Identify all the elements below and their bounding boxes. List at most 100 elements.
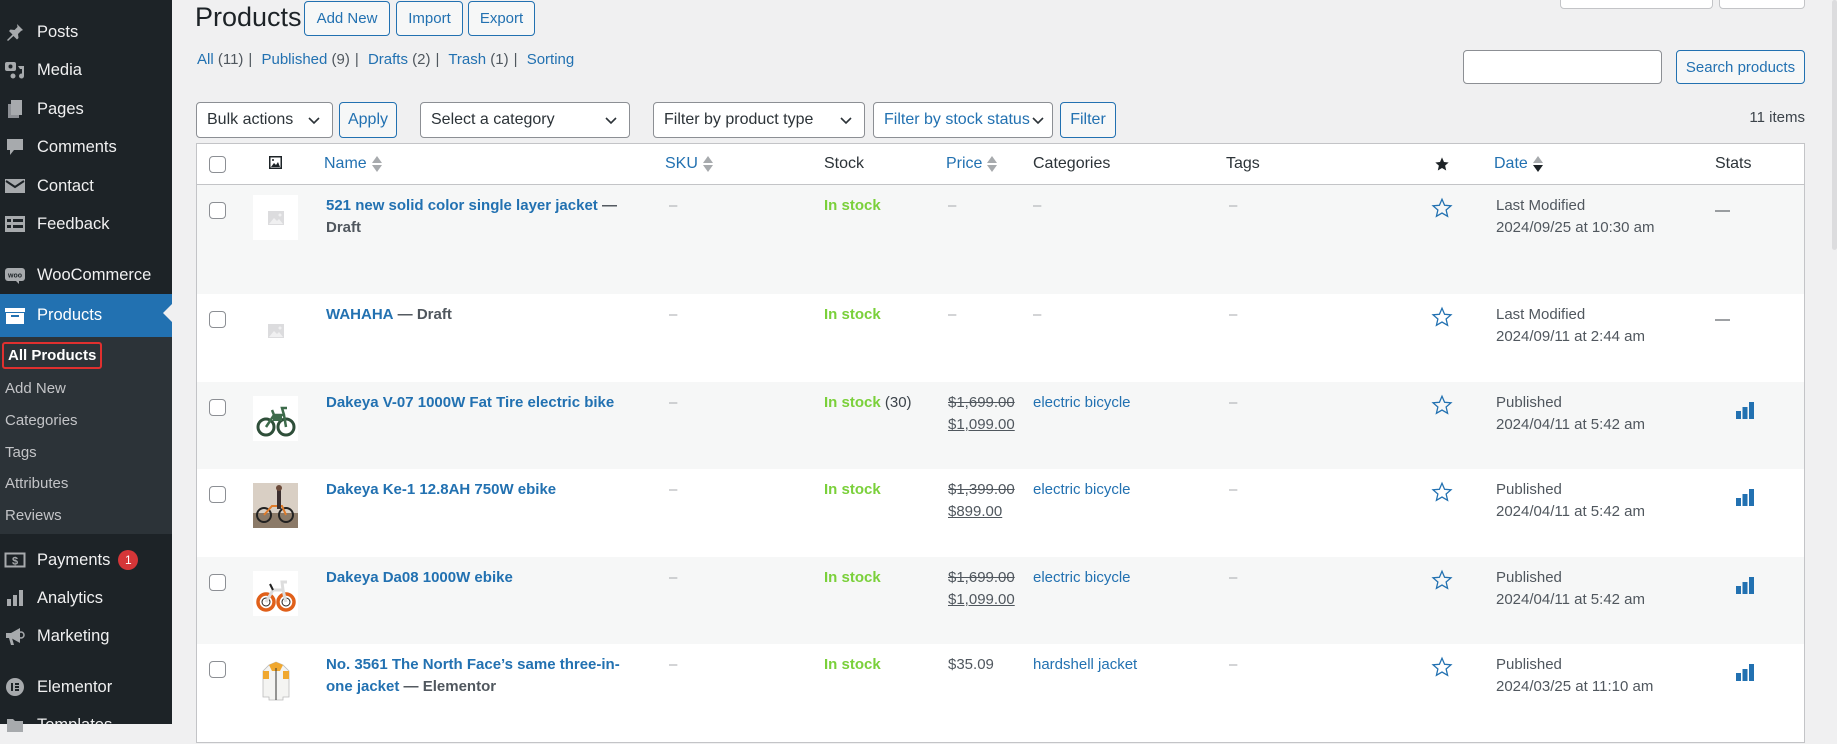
category-link[interactable]: electric bicycle	[1033, 481, 1131, 498]
featured-star-icon[interactable]	[1431, 197, 1453, 219]
product-thumbnail[interactable]	[253, 658, 298, 703]
stats-bar-chart-icon[interactable]	[1735, 401, 1755, 421]
price-cell: $35.09	[948, 654, 994, 676]
tags-value: –	[1229, 306, 1238, 323]
import-button[interactable]: Import	[396, 1, 463, 36]
view-published[interactable]: Published (9)	[261, 51, 349, 68]
category-link[interactable]: electric bicycle	[1033, 569, 1131, 586]
stats-bar-chart-icon[interactable]	[1735, 663, 1755, 683]
stats-bar-chart-icon[interactable]	[1735, 488, 1755, 508]
product-thumbnail[interactable]	[253, 195, 298, 240]
date-cell: Last Modified 2024/09/25 at 10:30 am	[1496, 195, 1654, 239]
featured-column-star-icon[interactable]	[1434, 156, 1450, 172]
price-cell: –	[948, 304, 956, 326]
product-name-link[interactable]: Dakeya Ke-1 12.8AH 750W ebike	[326, 481, 556, 498]
menu-elementor[interactable]: Elementor	[0, 668, 172, 706]
product-name-link[interactable]: Dakeya Da08 1000W ebike	[326, 569, 513, 586]
product-type-select[interactable]: Filter by product type	[653, 102, 865, 138]
view-all[interactable]: All (11)	[197, 51, 243, 68]
screen-options-tab[interactable]	[1560, 0, 1713, 9]
submenu-categories[interactable]: Categories	[5, 412, 78, 429]
row-checkbox[interactable]	[209, 661, 226, 678]
menu-posts[interactable]: Posts	[0, 13, 172, 51]
view-trash[interactable]: Trash (1)	[448, 51, 508, 68]
add-new-button[interactable]: Add New	[304, 1, 390, 36]
sort-icon	[702, 155, 713, 173]
featured-star-icon[interactable]	[1431, 569, 1453, 591]
product-name-cell: Dakeya Da08 1000W ebike	[326, 567, 646, 589]
row-checkbox[interactable]	[209, 574, 226, 591]
product-thumbnail[interactable]	[253, 571, 298, 616]
featured-star-icon[interactable]	[1431, 656, 1453, 678]
featured-star-icon[interactable]	[1431, 481, 1453, 503]
export-button[interactable]: Export	[468, 1, 535, 36]
row-checkbox[interactable]	[209, 486, 226, 503]
menu-feedback[interactable]: Feedback	[0, 205, 172, 243]
category-cell: electric bicycle	[1033, 392, 1131, 414]
price-value: $35.09	[948, 656, 994, 673]
row-checkbox[interactable]	[209, 202, 226, 219]
search-input[interactable]	[1463, 50, 1662, 84]
submenu-attributes[interactable]: Attributes	[5, 475, 68, 492]
category-link[interactable]: hardshell jacket	[1033, 656, 1137, 673]
menu-woocommerce[interactable]: woo WooCommerce	[0, 256, 172, 294]
date-cell: Published 2024/03/25 at 11:10 am	[1496, 654, 1653, 698]
notification-badge: 1	[118, 550, 139, 570]
view-drafts[interactable]: Drafts (2)	[368, 51, 431, 68]
featured-star-icon[interactable]	[1431, 306, 1453, 328]
menu-analytics[interactable]: Analytics	[0, 579, 172, 617]
menu-comments[interactable]: Comments	[0, 128, 172, 166]
column-tags: Tags	[1226, 155, 1260, 172]
menu-payments[interactable]: $ Payments 1	[0, 541, 172, 579]
product-thumbnail[interactable]	[253, 396, 298, 441]
menu-pages[interactable]: Pages	[0, 90, 172, 128]
menu-media[interactable]: Media	[0, 51, 172, 89]
date-status: Last Modified	[1496, 306, 1586, 323]
submenu-tags[interactable]: Tags	[5, 444, 37, 461]
submenu-reviews[interactable]: Reviews	[5, 507, 62, 524]
product-thumbnail[interactable]	[253, 483, 298, 528]
column-name[interactable]: Name	[324, 155, 382, 173]
product-name-link[interactable]: WAHAHA	[326, 306, 394, 323]
view-count: (1)	[490, 51, 509, 68]
products-submenu: All Products Add New Categories Tags Att…	[0, 337, 172, 534]
product-name-link[interactable]: 521 new solid color single layer jacket	[326, 197, 598, 214]
product-name-link[interactable]: Dakeya V-07 1000W Fat Tire electric bike	[326, 394, 614, 411]
help-tab[interactable]	[1719, 0, 1805, 9]
featured-star-icon[interactable]	[1431, 394, 1453, 416]
stats-bar-chart-icon[interactable]	[1735, 576, 1755, 596]
category-select[interactable]: Select a category	[420, 102, 630, 138]
tags-value: –	[1229, 569, 1238, 586]
apply-button[interactable]: Apply	[339, 102, 397, 138]
view-label: Published	[261, 51, 328, 68]
column-sku[interactable]: SKU	[665, 155, 713, 173]
row-checkbox[interactable]	[209, 399, 226, 416]
row-checkbox[interactable]	[209, 311, 226, 328]
submenu-add-new[interactable]: Add New	[5, 380, 66, 397]
column-price[interactable]: Price	[946, 155, 998, 173]
product-thumbnail[interactable]	[253, 308, 298, 353]
category-link[interactable]: electric bicycle	[1033, 394, 1131, 411]
select-all-checkbox[interactable]	[209, 156, 226, 173]
view-count: (9)	[331, 51, 350, 68]
filter-button[interactable]: Filter	[1060, 102, 1116, 138]
search-products-button[interactable]: Search products	[1676, 50, 1805, 84]
sku-value: –	[669, 569, 678, 586]
tags-value: –	[1229, 394, 1238, 411]
menu-marketing[interactable]: Marketing	[0, 617, 172, 655]
column-label: SKU	[665, 155, 698, 173]
bulk-actions-select[interactable]: Bulk actions	[196, 102, 333, 138]
menu-templates[interactable]: Templates	[0, 706, 172, 744]
menu-products[interactable]: Products	[0, 294, 172, 337]
column-date[interactable]: Date	[1494, 155, 1543, 173]
scrollbar-thumb[interactable]	[1832, 0, 1837, 250]
category-cell: electric bicycle	[1033, 567, 1131, 589]
menu-contact[interactable]: Contact	[0, 167, 172, 205]
submenu-all-products[interactable]: All Products	[2, 342, 103, 369]
view-sorting[interactable]: Sorting	[527, 51, 575, 68]
chevron-down-icon	[840, 117, 852, 125]
date-cell: Published 2024/04/11 at 5:42 am	[1496, 567, 1645, 611]
price-cell: $1,699.00 $1,099.00	[948, 392, 1015, 436]
sort-icon	[371, 155, 382, 173]
stock-status-select[interactable]: Filter by stock status	[873, 102, 1053, 138]
